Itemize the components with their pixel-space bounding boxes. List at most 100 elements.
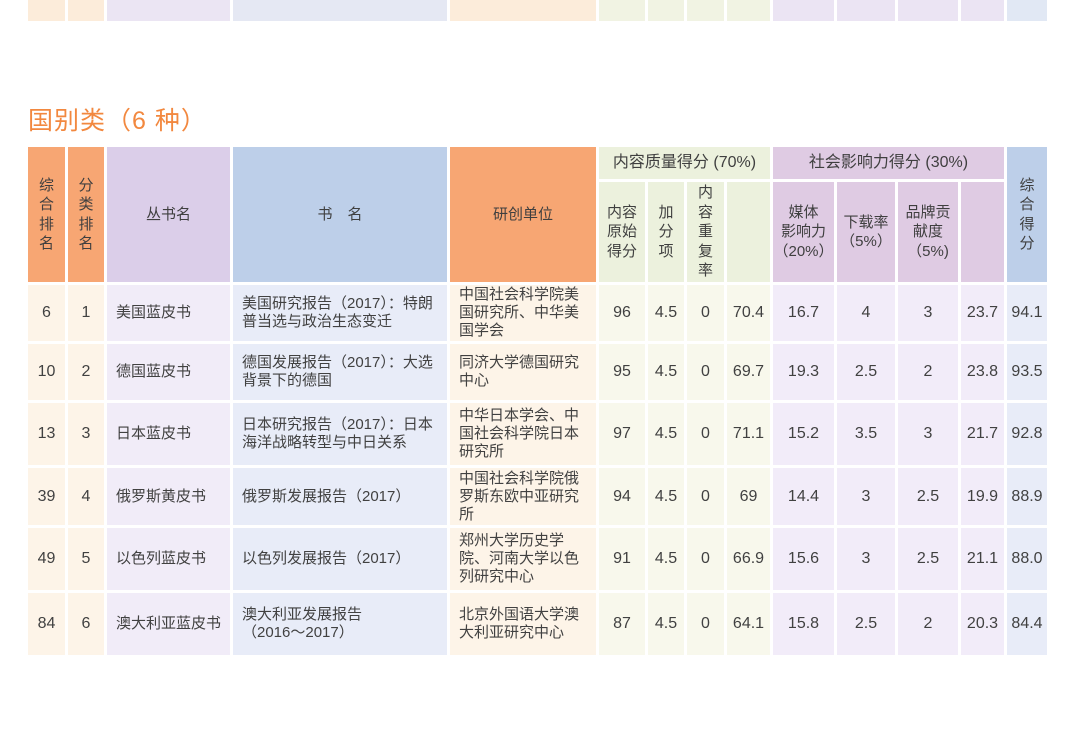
cell-content-original: 91 [599, 528, 645, 590]
cell-content-subtotal: 69 [727, 468, 770, 525]
header-content-quality-subtotal [727, 182, 770, 282]
cell-brand-contribution: 3 [898, 403, 958, 465]
header-social-subtotal [961, 182, 1004, 282]
cell-book-name: 俄罗斯发展报告（2017） [233, 468, 447, 525]
header-content-duplication-rate: 内 容 重 复 率 [687, 182, 724, 282]
header-category-rank: 分 类 排 名 [68, 147, 104, 282]
cell-download-rate: 4 [837, 285, 895, 341]
cell-content-subtotal: 71.1 [727, 403, 770, 465]
cell-book-name: 澳大利亚发展报告 （2016～2017） [233, 593, 447, 655]
cell-media-influence: 19.3 [773, 344, 834, 400]
cell-social-subtotal: 19.9 [961, 468, 1004, 525]
cell-series-name: 美国蓝皮书 [107, 285, 230, 341]
cell-brand-contribution: 2.5 [898, 468, 958, 525]
sliver-cell [599, 0, 645, 21]
header-group-social-influence: 社会影响力得分 (30%) [773, 147, 1004, 179]
cell-category-rank: 1 [68, 285, 104, 341]
cell-duplication: 0 [687, 468, 724, 525]
cell-research-unit: 同济大学德国研究中心 [450, 344, 596, 400]
header-group-content-quality: 内容质量得分 (70%) [599, 147, 770, 179]
cell-research-unit: 中华日本学会、中国社会科学院日本研究所 [450, 403, 596, 465]
sliver-cell [450, 0, 596, 21]
cell-overall-rank: 10 [28, 344, 65, 400]
cell-content-original: 87 [599, 593, 645, 655]
cell-content-original: 96 [599, 285, 645, 341]
cell-brand-contribution: 2.5 [898, 528, 958, 590]
sliver-cell [961, 0, 1004, 21]
cell-category-rank: 6 [68, 593, 104, 655]
cell-overall-score: 93.5 [1007, 344, 1047, 400]
cell-download-rate: 2.5 [837, 344, 895, 400]
cell-content-subtotal: 69.7 [727, 344, 770, 400]
cell-overall-score: 84.4 [1007, 593, 1047, 655]
cell-research-unit: 中国社会科学院俄罗斯东欧中亚研究所 [450, 468, 596, 525]
cell-duplication: 0 [687, 403, 724, 465]
cell-media-influence: 16.7 [773, 285, 834, 341]
sliver-cell [1007, 0, 1047, 21]
cell-brand-contribution: 2 [898, 593, 958, 655]
sliver-cell [687, 0, 724, 21]
cell-social-subtotal: 23.8 [961, 344, 1004, 400]
cell-overall-score: 88.0 [1007, 528, 1047, 590]
ranking-table: 综 合 排 名 分 类 排 名 丛书名 书 名 研创单位 内容质量得分 (70%… [28, 147, 1047, 655]
cell-brand-contribution: 2 [898, 344, 958, 400]
cell-media-influence: 14.4 [773, 468, 834, 525]
cell-brand-contribution: 3 [898, 285, 958, 341]
sliver-cell [773, 0, 834, 21]
cell-content-subtotal: 64.1 [727, 593, 770, 655]
cell-content-original: 95 [599, 344, 645, 400]
sliver-cell [837, 0, 895, 21]
cell-overall-score: 92.8 [1007, 403, 1047, 465]
cell-category-rank: 2 [68, 344, 104, 400]
cell-overall-score: 94.1 [1007, 285, 1047, 341]
cell-book-name: 美国研究报告（2017）：特朗普当选与政治生态变迁 [233, 285, 447, 341]
cell-bonus: 4.5 [648, 403, 684, 465]
header-download-rate: 下载率 （5%） [837, 182, 895, 282]
sliver-cell [28, 0, 65, 21]
cell-research-unit: 北京外国语大学澳大利亚研究中心 [450, 593, 596, 655]
cell-social-subtotal: 21.7 [961, 403, 1004, 465]
cell-series-name: 澳大利亚蓝皮书 [107, 593, 230, 655]
cell-overall-rank: 84 [28, 593, 65, 655]
cell-content-subtotal: 70.4 [727, 285, 770, 341]
cell-series-name: 德国蓝皮书 [107, 344, 230, 400]
header-content-original-score: 内容 原始 得分 [599, 182, 645, 282]
cell-series-name: 俄罗斯黄皮书 [107, 468, 230, 525]
sliver-cell [727, 0, 770, 21]
sliver-cell [233, 0, 447, 21]
header-overall-score: 综 合 得 分 [1007, 147, 1047, 282]
sliver-cell [898, 0, 958, 21]
cell-media-influence: 15.6 [773, 528, 834, 590]
cell-book-name: 以色列发展报告（2017） [233, 528, 447, 590]
sliver-cell [107, 0, 230, 21]
cell-overall-rank: 6 [28, 285, 65, 341]
cell-content-original: 94 [599, 468, 645, 525]
cell-category-rank: 4 [68, 468, 104, 525]
cell-download-rate: 3 [837, 468, 895, 525]
cell-book-name: 日本研究报告（2017）：日本海洋战略转型与中日关系 [233, 403, 447, 465]
header-brand-contribution: 品牌贡 献度 （5%) [898, 182, 958, 282]
cell-series-name: 以色列蓝皮书 [107, 528, 230, 590]
cell-book-name: 德国发展报告（2017）：大选背景下的德国 [233, 344, 447, 400]
cell-duplication: 0 [687, 593, 724, 655]
header-book-name: 书 名 [233, 147, 447, 282]
cell-research-unit: 中国社会科学院美国研究所、中华美国学会 [450, 285, 596, 341]
header-overall-rank: 综 合 排 名 [28, 147, 65, 282]
cell-overall-rank: 13 [28, 403, 65, 465]
cell-duplication: 0 [687, 528, 724, 590]
cell-series-name: 日本蓝皮书 [107, 403, 230, 465]
cell-research-unit: 郑州大学历史学院、河南大学以色列研究中心 [450, 528, 596, 590]
cell-bonus: 4.5 [648, 528, 684, 590]
header-series-name: 丛书名 [107, 147, 230, 282]
cell-social-subtotal: 23.7 [961, 285, 1004, 341]
cell-media-influence: 15.8 [773, 593, 834, 655]
cell-bonus: 4.5 [648, 285, 684, 341]
cell-media-influence: 15.2 [773, 403, 834, 465]
header-research-unit: 研创单位 [450, 147, 596, 282]
cell-duplication: 0 [687, 344, 724, 400]
cell-category-rank: 3 [68, 403, 104, 465]
cell-content-subtotal: 66.9 [727, 528, 770, 590]
sliver-cell [648, 0, 684, 21]
cell-category-rank: 5 [68, 528, 104, 590]
cell-overall-rank: 49 [28, 528, 65, 590]
